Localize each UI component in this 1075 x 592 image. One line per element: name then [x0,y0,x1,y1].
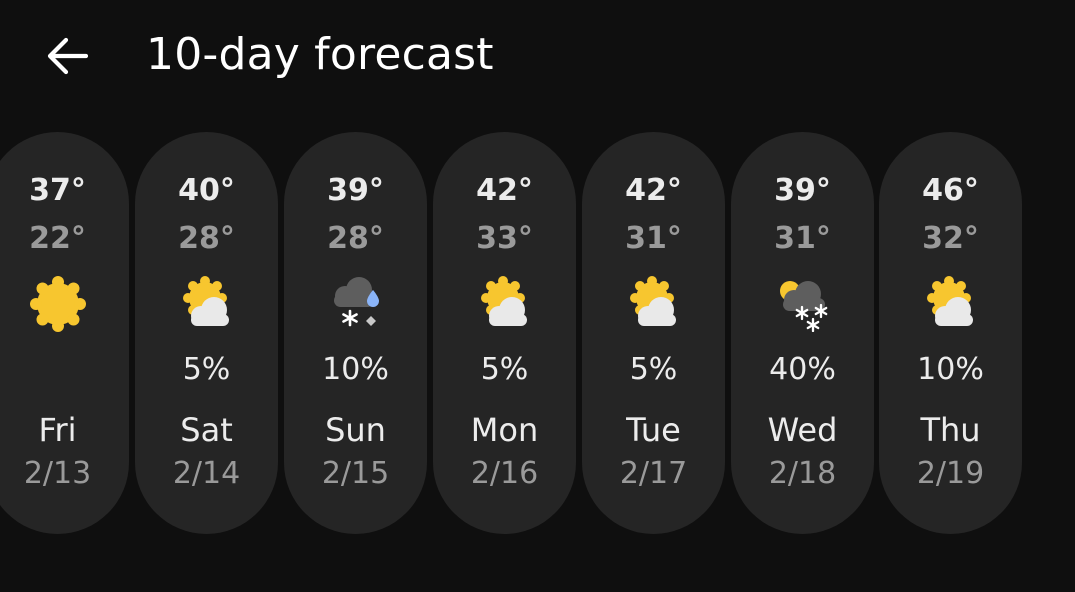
day-name: Thu [920,411,981,449]
forecast-screen: 10-day forecast 37° 22° Fri 2/13 40° 28° [0,0,1075,592]
forecast-day-sat[interactable]: 40° 28° 5% Sat 2/14 [135,132,278,534]
day-date: 2/18 [768,456,837,491]
day-date: 2/16 [470,456,539,491]
day-name: Sat [180,411,233,449]
page-title: 10-day forecast [146,29,494,80]
snow-showers-icon [780,281,828,332]
day-date: 2/13 [23,456,92,491]
forecast-strip[interactable]: 37° 22° Fri 2/13 40° 28° 5% Sat 2/14 39°… [0,132,1075,534]
high-temp: 42° [476,173,533,208]
sunny-icon [30,276,86,332]
high-temp: 46° [922,173,979,208]
forecast-day-fri[interactable]: 37° 22° Fri 2/13 [0,132,129,534]
forecast-day-mon[interactable]: 42° 33° 5% Mon 2/16 [433,132,576,534]
partly-cloudy-icon [481,276,527,326]
low-temp: 31° [625,221,682,256]
mixed-rain-snow-icon [334,277,379,327]
low-temp: 28° [327,221,384,256]
partly-cloudy-icon [927,276,973,326]
low-temp: 31° [774,221,831,256]
day-name: Wed [767,411,838,449]
arrow-left-icon [47,37,88,75]
day-name: Mon [470,411,539,449]
day-date: 2/17 [619,456,688,491]
day-date: 2/14 [172,456,241,491]
precip-chance: 10% [322,352,389,387]
day-date: 2/19 [916,456,985,491]
high-temp: 37° [29,173,86,208]
precip-chance: 5% [182,352,231,387]
forecast-day-tue[interactable]: 42° 31° 5% Tue 2/17 [582,132,725,534]
day-name: Tue [626,411,681,449]
low-temp: 33° [476,221,533,256]
precip-chance: 10% [917,352,984,387]
precip-chance: 5% [629,352,678,387]
high-temp: 39° [327,173,384,208]
high-temp: 42° [625,173,682,208]
partly-cloudy-icon [630,276,676,326]
precip-chance: 40% [769,352,836,387]
forecast-day-wed[interactable]: 39° 31° 40% Wed 2/18 [731,132,874,534]
high-temp: 40° [178,173,235,208]
day-name: Fri [38,411,77,449]
day-name: Sun [325,411,386,449]
partly-cloudy-icon [183,276,229,326]
precip-chance: 5% [480,352,529,387]
day-date: 2/15 [321,456,390,491]
low-temp: 28° [178,221,235,256]
forecast-day-thu[interactable]: 46° 32° 10% Thu 2/19 [879,132,1022,534]
low-temp: 22° [29,221,86,256]
forecast-day-sun[interactable]: 39° 28° 10% Sun 2/15 [284,132,427,534]
app-bar: 10-day forecast [0,0,1075,112]
high-temp: 39° [774,173,831,208]
low-temp: 32° [922,221,979,256]
back-button[interactable] [40,34,92,78]
